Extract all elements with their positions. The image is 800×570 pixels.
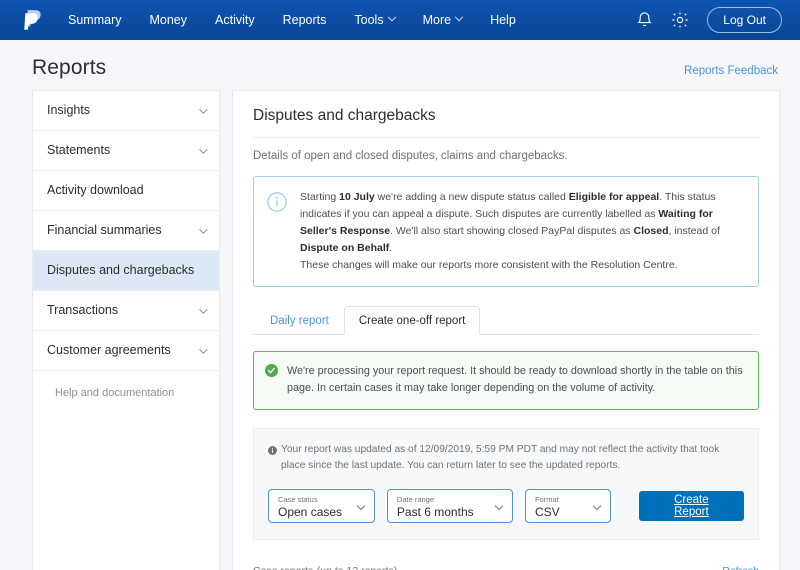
- sidebar-item-label: Insights: [47, 103, 90, 118]
- sidebar-item-financial-summaries[interactable]: Financial summaries: [33, 211, 219, 251]
- sidebar-item-insights[interactable]: Insights: [33, 91, 219, 131]
- info-dot-icon: [268, 445, 277, 475]
- info-seg-7: Closed: [633, 225, 668, 237]
- reports-feedback-link[interactable]: Reports Feedback: [684, 65, 778, 80]
- sidebar-item-label: Financial summaries: [47, 223, 162, 238]
- refresh-link[interactable]: Refresh: [722, 565, 759, 570]
- info-seg-3: Eligible for appeal: [569, 191, 659, 203]
- chevron-down-icon: [495, 502, 503, 510]
- nav-item-reports[interactable]: Reports: [269, 0, 341, 40]
- chevron-down-icon: [357, 502, 365, 510]
- date-range-value: Past 6 months: [397, 505, 486, 521]
- info-seg-8: , instead of: [669, 225, 720, 237]
- case-reports-title-text: Case reports: [253, 565, 313, 570]
- nav-item-label: Reports: [283, 0, 327, 40]
- content-columns: Insights Statements Activity download Fi…: [20, 90, 780, 570]
- format-value: CSV: [535, 505, 584, 521]
- bell-icon[interactable]: [636, 11, 653, 29]
- nav-item-label: Money: [149, 0, 187, 40]
- nav-item-summary[interactable]: Summary: [68, 0, 135, 40]
- case-status-label: Case status: [278, 496, 348, 504]
- report-form-panel: Your report was updated as of 12/09/2019…: [253, 428, 759, 540]
- nav-right-actions: Log Out: [636, 7, 782, 33]
- info-seg-1: 10 July: [339, 191, 375, 203]
- chevron-down-icon: [199, 345, 207, 353]
- sidebar-item-activity-download[interactable]: Activity download: [33, 171, 219, 211]
- date-range-select[interactable]: Date range Past 6 months: [387, 489, 513, 523]
- page-title: Reports: [32, 56, 106, 80]
- sidebar-help-link[interactable]: Help and documentation: [33, 371, 219, 413]
- date-range-label: Date range: [397, 496, 486, 504]
- sidebar-navigation: Insights Statements Activity download Fi…: [32, 90, 220, 570]
- nav-item-money[interactable]: Money: [135, 0, 201, 40]
- top-navigation-bar: Summary Money Activity Reports Tools Mor…: [0, 0, 800, 40]
- report-controls: Case status Open cases Date range Past 6…: [268, 489, 744, 523]
- sidebar-item-label: Statements: [47, 143, 110, 158]
- success-banner-text: We're processing your report request. It…: [287, 363, 746, 398]
- nav-item-label: Help: [490, 0, 516, 40]
- chevron-down-icon: [199, 105, 207, 113]
- info-seg-6: . We'll also start showing closed PayPal…: [390, 225, 633, 237]
- sidebar-item-label: Disputes and chargebacks: [47, 263, 194, 278]
- nav-item-label: Tools: [354, 0, 383, 40]
- page-header: Reports Reports Feedback: [20, 40, 780, 90]
- chevron-down-icon: [455, 13, 463, 21]
- chevron-down-icon: [199, 225, 207, 233]
- case-reports-header: Case reports (up to 12 reports) Refresh: [253, 562, 759, 570]
- gear-icon[interactable]: [671, 11, 689, 29]
- section-subtitle: Details of open and closed disputes, cla…: [253, 138, 759, 176]
- create-report-button[interactable]: Create Report: [639, 491, 744, 521]
- report-update-notice-text: Your report was updated as of 12/09/2019…: [281, 442, 744, 475]
- nav-item-more[interactable]: More: [409, 0, 476, 40]
- info-banner-text: Starting 10 July we're adding a new disp…: [300, 189, 744, 274]
- sidebar-item-label: Activity download: [47, 183, 144, 198]
- sidebar-item-label: Transactions: [47, 303, 118, 318]
- info-seg-2: we're adding a new dispute status called: [375, 191, 569, 203]
- nav-item-label: Activity: [215, 0, 255, 40]
- chevron-down-icon: [593, 502, 601, 510]
- chevron-down-icon: [199, 145, 207, 153]
- case-reports-title: Case reports (up to 12 reports): [253, 562, 397, 570]
- case-status-select[interactable]: Case status Open cases: [268, 489, 375, 523]
- info-banner: Starting 10 July we're adding a new disp…: [253, 176, 759, 287]
- sidebar-item-label: Customer agreements: [47, 343, 171, 358]
- section-title: Disputes and chargebacks: [253, 107, 759, 138]
- info-seg-9: Dispute on Behalf: [300, 242, 389, 254]
- main-content-card: Disputes and chargebacks Details of open…: [232, 90, 780, 570]
- info-banner-line2: These changes will make our reports more…: [300, 259, 678, 271]
- primary-nav-items: Summary Money Activity Reports Tools Mor…: [68, 0, 530, 40]
- sidebar-item-customer-agreements[interactable]: Customer agreements: [33, 331, 219, 371]
- case-reports-title-note: (up to 12 reports): [317, 565, 398, 570]
- tab-daily-report[interactable]: Daily report: [255, 306, 344, 335]
- tab-create-one-off-report[interactable]: Create one-off report: [344, 306, 481, 335]
- nav-item-label: More: [423, 0, 451, 40]
- chevron-down-icon: [387, 13, 395, 21]
- page-container: Reports Reports Feedback Insights Statem…: [0, 40, 800, 570]
- report-tabs: Daily report Create one-off report: [253, 305, 759, 335]
- check-circle-icon: [265, 364, 278, 398]
- paypal-logo-icon[interactable]: [22, 8, 44, 32]
- nav-item-activity[interactable]: Activity: [201, 0, 269, 40]
- format-select[interactable]: Format CSV: [525, 489, 611, 523]
- nav-item-tools[interactable]: Tools: [340, 0, 408, 40]
- sidebar-item-transactions[interactable]: Transactions: [33, 291, 219, 331]
- nav-item-label: Summary: [68, 0, 121, 40]
- logout-button[interactable]: Log Out: [707, 7, 782, 33]
- chevron-down-icon: [199, 305, 207, 313]
- sidebar-item-disputes-and-chargebacks[interactable]: Disputes and chargebacks: [33, 251, 219, 291]
- info-icon: [266, 191, 288, 274]
- sidebar-item-statements[interactable]: Statements: [33, 131, 219, 171]
- format-label: Format: [535, 496, 584, 504]
- case-status-value: Open cases: [278, 505, 348, 521]
- nav-item-help[interactable]: Help: [476, 0, 530, 40]
- success-banner: We're processing your report request. It…: [253, 351, 759, 410]
- info-seg-0: Starting: [300, 191, 339, 203]
- info-seg-10: .: [389, 242, 392, 254]
- report-update-notice: Your report was updated as of 12/09/2019…: [268, 442, 744, 475]
